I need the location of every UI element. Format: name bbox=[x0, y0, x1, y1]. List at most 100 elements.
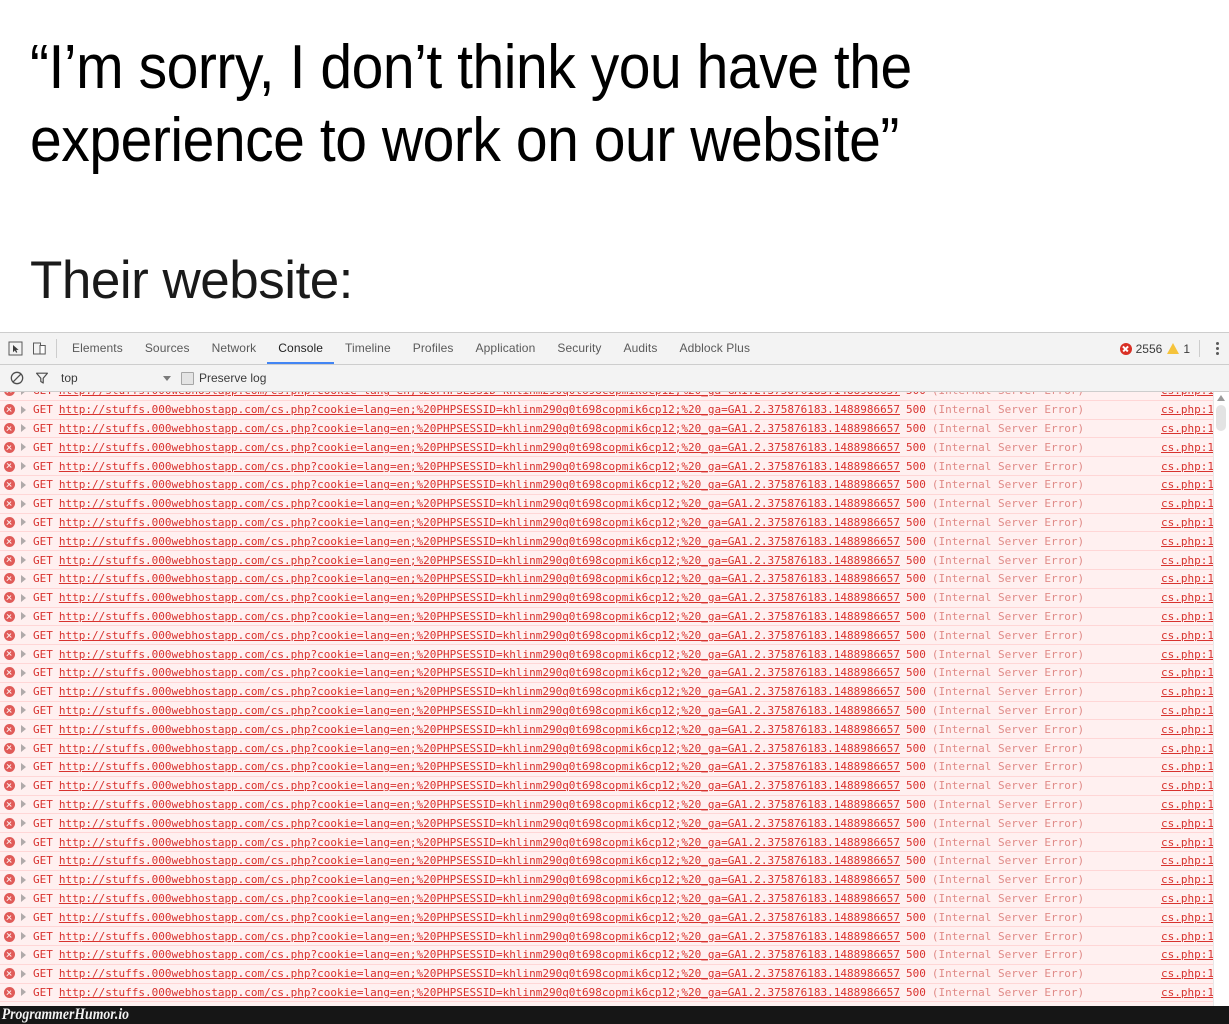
expand-triangle-icon[interactable] bbox=[21, 499, 26, 508]
source-location-link[interactable]: cs.php:1 bbox=[1161, 572, 1214, 585]
request-url-link[interactable]: http://stuffs.000webhostapp.com/cs.php?c… bbox=[59, 610, 900, 623]
request-url-link[interactable]: http://stuffs.000webhostapp.com/cs.php?c… bbox=[59, 572, 900, 585]
request-url-link[interactable]: http://stuffs.000webhostapp.com/cs.php?c… bbox=[59, 723, 900, 736]
expand-triangle-icon[interactable] bbox=[21, 631, 26, 640]
expand-triangle-icon[interactable] bbox=[21, 443, 26, 452]
console-message-row[interactable]: GET http://stuffs.000webhostapp.com/cs.ph… bbox=[0, 964, 1214, 984]
expand-triangle-icon[interactable] bbox=[21, 668, 26, 677]
expand-triangle-icon[interactable] bbox=[21, 725, 26, 734]
clear-console-icon[interactable] bbox=[8, 370, 25, 387]
source-location-link[interactable]: cs.php:1 bbox=[1161, 854, 1214, 867]
source-location-link[interactable]: cs.php:1 bbox=[1161, 666, 1214, 679]
source-location-link[interactable]: cs.php:1 bbox=[1161, 873, 1214, 886]
expand-triangle-icon[interactable] bbox=[21, 650, 26, 659]
source-location-link[interactable]: cs.php:1 bbox=[1161, 460, 1214, 473]
expand-triangle-icon[interactable] bbox=[21, 744, 26, 753]
source-location-link[interactable]: cs.php:1 bbox=[1161, 591, 1214, 604]
expand-triangle-icon[interactable] bbox=[21, 781, 26, 790]
scroll-up-icon[interactable] bbox=[1217, 395, 1225, 401]
expand-triangle-icon[interactable] bbox=[21, 988, 26, 997]
tab-timeline[interactable]: Timeline bbox=[334, 333, 402, 364]
source-location-link[interactable]: cs.php:1 bbox=[1161, 629, 1214, 642]
console-message-row[interactable]: GET http://stuffs.000webhostapp.com/cs.ph… bbox=[0, 851, 1214, 871]
request-url-link[interactable]: http://stuffs.000webhostapp.com/cs.php?c… bbox=[59, 460, 900, 473]
expand-triangle-icon[interactable] bbox=[21, 687, 26, 696]
source-location-link[interactable]: cs.php:1 bbox=[1161, 422, 1214, 435]
console-message-row[interactable]: GET http://stuffs.000webhostapp.com/cs.ph… bbox=[0, 701, 1214, 721]
request-url-link[interactable]: http://stuffs.000webhostapp.com/cs.php?c… bbox=[59, 854, 900, 867]
console-message-row[interactable]: GET http://stuffs.000webhostapp.com/cs.ph… bbox=[0, 889, 1214, 909]
console-message-row[interactable]: GET http://stuffs.000webhostapp.com/cs.ph… bbox=[0, 438, 1214, 458]
expand-triangle-icon[interactable] bbox=[21, 405, 26, 414]
request-url-link[interactable]: http://stuffs.000webhostapp.com/cs.php?c… bbox=[59, 497, 900, 510]
source-location-link[interactable]: cs.php:1 bbox=[1161, 554, 1214, 567]
tab-adblock-plus[interactable]: Adblock Plus bbox=[668, 333, 761, 364]
console-message-row[interactable]: GET http://stuffs.000webhostapp.com/cs.ph… bbox=[0, 400, 1214, 420]
console-message-row[interactable]: GET http://stuffs.000webhostapp.com/cs.ph… bbox=[0, 419, 1214, 439]
preserve-log-checkbox[interactable] bbox=[181, 371, 194, 385]
request-url-link[interactable]: http://stuffs.000webhostapp.com/cs.php?c… bbox=[59, 742, 900, 755]
source-location-link[interactable]: cs.php:1 bbox=[1161, 760, 1214, 773]
expand-triangle-icon[interactable] bbox=[21, 574, 26, 583]
expand-triangle-icon[interactable] bbox=[21, 462, 26, 471]
request-url-link[interactable]: http://stuffs.000webhostapp.com/cs.php?c… bbox=[59, 478, 900, 491]
tab-sources[interactable]: Sources bbox=[134, 333, 201, 364]
console-message-row[interactable]: GET http://stuffs.000webhostapp.com/cs.ph… bbox=[0, 475, 1214, 495]
request-url-link[interactable]: http://stuffs.000webhostapp.com/cs.php?c… bbox=[59, 836, 900, 849]
source-location-link[interactable]: cs.php:1 bbox=[1161, 742, 1214, 755]
request-url-link[interactable]: http://stuffs.000webhostapp.com/cs.php?c… bbox=[59, 817, 900, 830]
request-url-link[interactable]: http://stuffs.000webhostapp.com/cs.php?c… bbox=[59, 967, 900, 980]
console-message-row[interactable]: GET http://stuffs.000webhostapp.com/cs.ph… bbox=[0, 392, 1214, 401]
source-location-link[interactable]: cs.php:1 bbox=[1161, 836, 1214, 849]
expand-triangle-icon[interactable] bbox=[21, 932, 26, 940]
console-message-row[interactable]: GET http://stuffs.000webhostapp.com/cs.ph… bbox=[0, 945, 1214, 965]
source-location-link[interactable]: cs.php:1 bbox=[1161, 911, 1214, 924]
console-message-row[interactable]: GET http://stuffs.000webhostapp.com/cs.ph… bbox=[0, 870, 1214, 890]
request-url-link[interactable]: http://stuffs.000webhostapp.com/cs.php?c… bbox=[59, 911, 900, 924]
expand-triangle-icon[interactable] bbox=[21, 913, 26, 922]
console-message-row[interactable]: GET http://stuffs.000webhostapp.com/cs.ph… bbox=[0, 513, 1214, 533]
request-url-link[interactable]: http://stuffs.000webhostapp.com/cs.php?c… bbox=[59, 873, 900, 886]
source-location-link[interactable]: cs.php:1 bbox=[1161, 478, 1214, 491]
request-url-link[interactable]: http://stuffs.000webhostapp.com/cs.php?c… bbox=[59, 685, 900, 698]
source-location-link[interactable]: cs.php:1 bbox=[1161, 930, 1214, 943]
source-location-link[interactable]: cs.php:1 bbox=[1161, 967, 1214, 980]
expand-triangle-icon[interactable] bbox=[21, 537, 26, 546]
console-scrollbar[interactable] bbox=[1213, 392, 1229, 1013]
console-message-row[interactable]: GET http://stuffs.000webhostapp.com/cs.ph… bbox=[0, 833, 1214, 852]
console-message-row[interactable]: GET http://stuffs.000webhostapp.com/cs.ph… bbox=[0, 663, 1214, 683]
source-location-link[interactable]: cs.php:1 bbox=[1161, 516, 1214, 529]
request-url-link[interactable]: http://stuffs.000webhostapp.com/cs.php?c… bbox=[59, 591, 900, 604]
console-message-row[interactable]: GET http://stuffs.000webhostapp.com/cs.ph… bbox=[0, 645, 1214, 664]
request-url-link[interactable]: http://stuffs.000webhostapp.com/cs.php?c… bbox=[59, 441, 900, 454]
request-url-link[interactable]: http://stuffs.000webhostapp.com/cs.php?c… bbox=[59, 760, 900, 773]
request-url-link[interactable]: http://stuffs.000webhostapp.com/cs.php?c… bbox=[59, 704, 900, 717]
request-url-link[interactable]: http://stuffs.000webhostapp.com/cs.php?c… bbox=[59, 554, 900, 567]
expand-triangle-icon[interactable] bbox=[21, 480, 26, 489]
console-message-area[interactable]: GET http://stuffs.000webhostapp.com/cs.ph… bbox=[0, 392, 1229, 1013]
console-message-row[interactable]: GET http://stuffs.000webhostapp.com/cs.ph… bbox=[0, 720, 1214, 740]
console-message-row[interactable]: GET http://stuffs.000webhostapp.com/cs.ph… bbox=[0, 588, 1214, 608]
source-location-link[interactable]: cs.php:1 bbox=[1161, 948, 1214, 961]
request-url-link[interactable]: http://stuffs.000webhostapp.com/cs.php?c… bbox=[59, 779, 900, 792]
source-location-link[interactable]: cs.php:1 bbox=[1161, 648, 1214, 661]
expand-triangle-icon[interactable] bbox=[21, 894, 26, 903]
request-url-link[interactable]: http://stuffs.000webhostapp.com/cs.php?c… bbox=[59, 422, 900, 435]
console-message-row[interactable]: GET http://stuffs.000webhostapp.com/cs.ph… bbox=[0, 569, 1214, 589]
source-location-link[interactable]: cs.php:1 bbox=[1161, 723, 1214, 736]
request-url-link[interactable]: http://stuffs.000webhostapp.com/cs.php?c… bbox=[59, 666, 900, 679]
source-location-link[interactable]: cs.php:1 bbox=[1161, 685, 1214, 698]
expand-triangle-icon[interactable] bbox=[21, 518, 26, 527]
console-message-row[interactable]: GET http://stuffs.000webhostapp.com/cs.ph… bbox=[0, 494, 1214, 514]
expand-triangle-icon[interactable] bbox=[21, 612, 26, 621]
execution-context-select[interactable]: top bbox=[61, 371, 173, 385]
tab-audits[interactable]: Audits bbox=[613, 333, 669, 364]
expand-triangle-icon[interactable] bbox=[21, 762, 26, 771]
preserve-log-toggle[interactable]: Preserve log bbox=[181, 371, 266, 385]
source-location-link[interactable]: cs.php:1 bbox=[1161, 610, 1214, 623]
tab-network[interactable]: Network bbox=[201, 333, 268, 364]
source-location-link[interactable]: cs.php:1 bbox=[1161, 986, 1214, 999]
console-message-row[interactable]: GET http://stuffs.000webhostapp.com/cs.ph… bbox=[0, 776, 1214, 796]
console-message-row[interactable]: GET http://stuffs.000webhostapp.com/cs.ph… bbox=[0, 532, 1214, 552]
more-options-icon[interactable] bbox=[1209, 340, 1225, 358]
